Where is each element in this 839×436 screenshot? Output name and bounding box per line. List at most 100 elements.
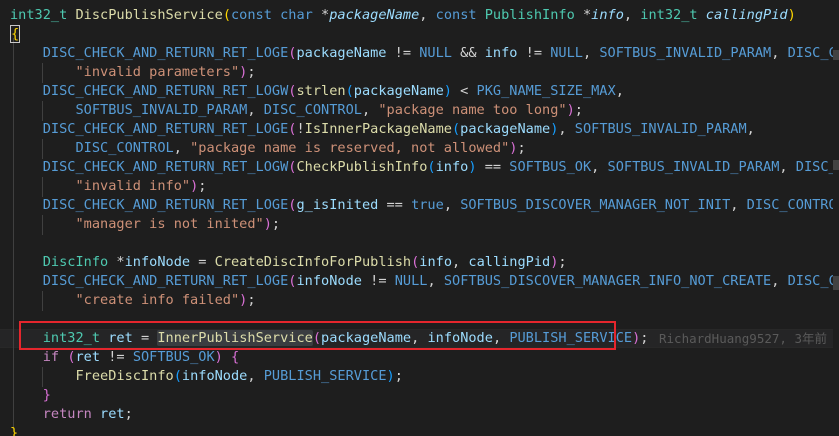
- code-token: CheckPublishInfo: [296, 159, 428, 175]
- code-token: if: [42, 349, 60, 365]
- code-token: }: [10, 425, 19, 436]
- code-token: ): [214, 349, 223, 365]
- code-token: *: [108, 254, 125, 270]
- code-token: =: [190, 254, 215, 270]
- code-token: ,: [443, 197, 461, 213]
- code-token: (: [222, 7, 231, 23]
- code-token: }: [42, 387, 51, 403]
- code-line: DISC_CHECK_AND_RETURN_RET_LOGE(packageNa…: [10, 44, 839, 63]
- code-token: ;: [198, 178, 207, 194]
- code-token: ;: [247, 64, 256, 80]
- code-token: DISC_CONTROL: [75, 140, 174, 156]
- code-editor[interactable]: int32_t DiscPublishService(const char *p…: [0, 0, 839, 436]
- code-token: ;: [517, 140, 526, 156]
- code-token: SOFTBUS_INVALID_PARAM: [599, 45, 772, 61]
- code-token: ,: [173, 140, 191, 156]
- code-token: NULL: [419, 45, 452, 61]
- code-token: true: [411, 197, 444, 213]
- code-line: DISC_CHECK_AND_RETURN_RET_LOGE(infoNode …: [10, 272, 839, 291]
- code-token: packageName: [460, 121, 551, 137]
- code-token: {: [231, 349, 240, 365]
- code-token: ): [566, 102, 575, 118]
- code-token: (: [451, 121, 461, 137]
- code-token: NULL: [394, 273, 428, 289]
- code-token: SOFTBUS_INVALID_PARAM: [574, 121, 747, 137]
- code-token: DiscInfo: [42, 254, 109, 270]
- code-token: ,: [746, 121, 755, 137]
- code-token: ==: [378, 197, 412, 213]
- code-token: SOFTBUS_INVALID_PARAM: [75, 102, 248, 118]
- code-token: ;: [124, 406, 133, 422]
- code-token: char: [280, 7, 313, 23]
- code-line: DISC_CHECK_AND_RETURN_RET_LOGW (CheckPubl…: [10, 158, 839, 177]
- code-token: SOFTBUS_DISCOVER_MANAGER_NOT_INIT: [460, 197, 731, 213]
- vertical-scrollbar[interactable]: [833, 0, 839, 436]
- code-token: PKG_NAME_SIZE_MAX: [476, 83, 616, 99]
- code-token: ,: [558, 121, 575, 137]
- code-token: info: [591, 7, 624, 23]
- code-line: DISC_CONTROL, "package name is reserved,…: [10, 139, 526, 158]
- code-token: ,: [427, 273, 444, 289]
- code-token: info: [484, 45, 518, 61]
- code-token: infoNode: [181, 368, 248, 384]
- code-token: infoNode: [296, 273, 362, 289]
- code-line: SOFTBUS_INVALID_PARAM, DISC_CONTROL, "pa…: [10, 101, 582, 120]
- git-blame-annotation: RichardHuang9527, 3年前: [659, 331, 827, 346]
- code-token: !=: [517, 45, 551, 61]
- code-token: ,: [771, 273, 788, 289]
- code-token: (: [345, 83, 354, 99]
- code-token: packageName: [353, 83, 444, 99]
- code-token: strlen: [296, 83, 346, 99]
- code-token: DISC_CONTROL: [787, 45, 839, 61]
- code-token: !=: [386, 45, 420, 61]
- code-token: ret: [100, 406, 125, 422]
- code-line: FreeDiscInfo(infoNode, PUBLISH_SERVICE);: [10, 367, 402, 386]
- code-token: !=: [100, 349, 133, 365]
- code-token: "package name too long": [378, 102, 567, 118]
- code-token: int32_t: [640, 7, 698, 23]
- code-token: DISC_CHECK_AND_RETURN_RET_LOGE: [42, 121, 289, 137]
- code-token: <: [451, 83, 477, 99]
- code-token: packageName: [296, 45, 387, 61]
- code-token: &&: [452, 45, 485, 61]
- code-token: DISC_CONTROL: [263, 102, 362, 118]
- code-line: "invalid info");: [10, 177, 206, 196]
- code-token: return: [42, 406, 92, 422]
- code-token: ,: [779, 159, 796, 175]
- code-token: ret: [75, 349, 101, 365]
- code-token: "invalid parameters": [75, 64, 240, 80]
- scrollbar-marker: [833, 160, 839, 170]
- code-token: callingPid: [705, 7, 788, 23]
- code-token: IsInnerPackageName: [304, 121, 452, 137]
- code-token: ,: [419, 7, 436, 23]
- code-token: ,: [247, 102, 264, 118]
- code-token: DISC_CHECK_AND_RETURN_RET_LOGE: [42, 45, 289, 61]
- code-token: ;: [558, 254, 567, 270]
- code-token: PublishInfo: [484, 7, 575, 23]
- code-token: DISC_CHECK_AND_RETURN_RET_LOGE: [42, 273, 289, 289]
- code-token: DISC_CONTROL: [746, 197, 839, 213]
- code-token: ): [787, 7, 796, 23]
- code-line: DISC_CHECK_AND_RETURN_RET_LOGE(g_isInite…: [10, 196, 839, 215]
- code-token: {: [10, 25, 21, 43]
- code-token: (: [67, 349, 76, 365]
- code-token: *: [574, 7, 592, 23]
- red-annotation-box: [19, 321, 616, 350]
- code-token: ): [443, 83, 452, 99]
- code-token: SOFTBUS_DISCOVER_MANAGER_INFO_NOT_CREATE: [443, 273, 772, 289]
